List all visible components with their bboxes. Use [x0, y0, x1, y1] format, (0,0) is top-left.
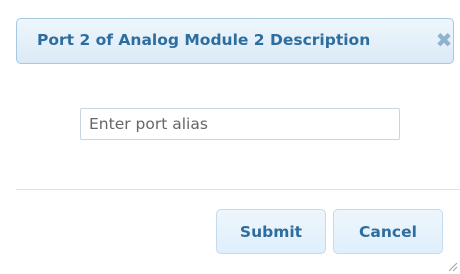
- port-description-dialog: Port 2 of Analog Module 2 Description ✖ …: [0, 0, 460, 274]
- cancel-button[interactable]: Cancel: [333, 209, 443, 254]
- submit-button[interactable]: Submit: [216, 209, 326, 254]
- port-alias-input[interactable]: [80, 108, 400, 140]
- dialog-title: Port 2 of Analog Module 2 Description: [37, 31, 371, 49]
- dialog-titlebar[interactable]: Port 2 of Analog Module 2 Description ✖: [16, 18, 454, 64]
- resize-grip-icon[interactable]: [446, 260, 458, 272]
- close-icon[interactable]: ✖: [434, 29, 454, 51]
- button-pane-divider: [16, 189, 460, 190]
